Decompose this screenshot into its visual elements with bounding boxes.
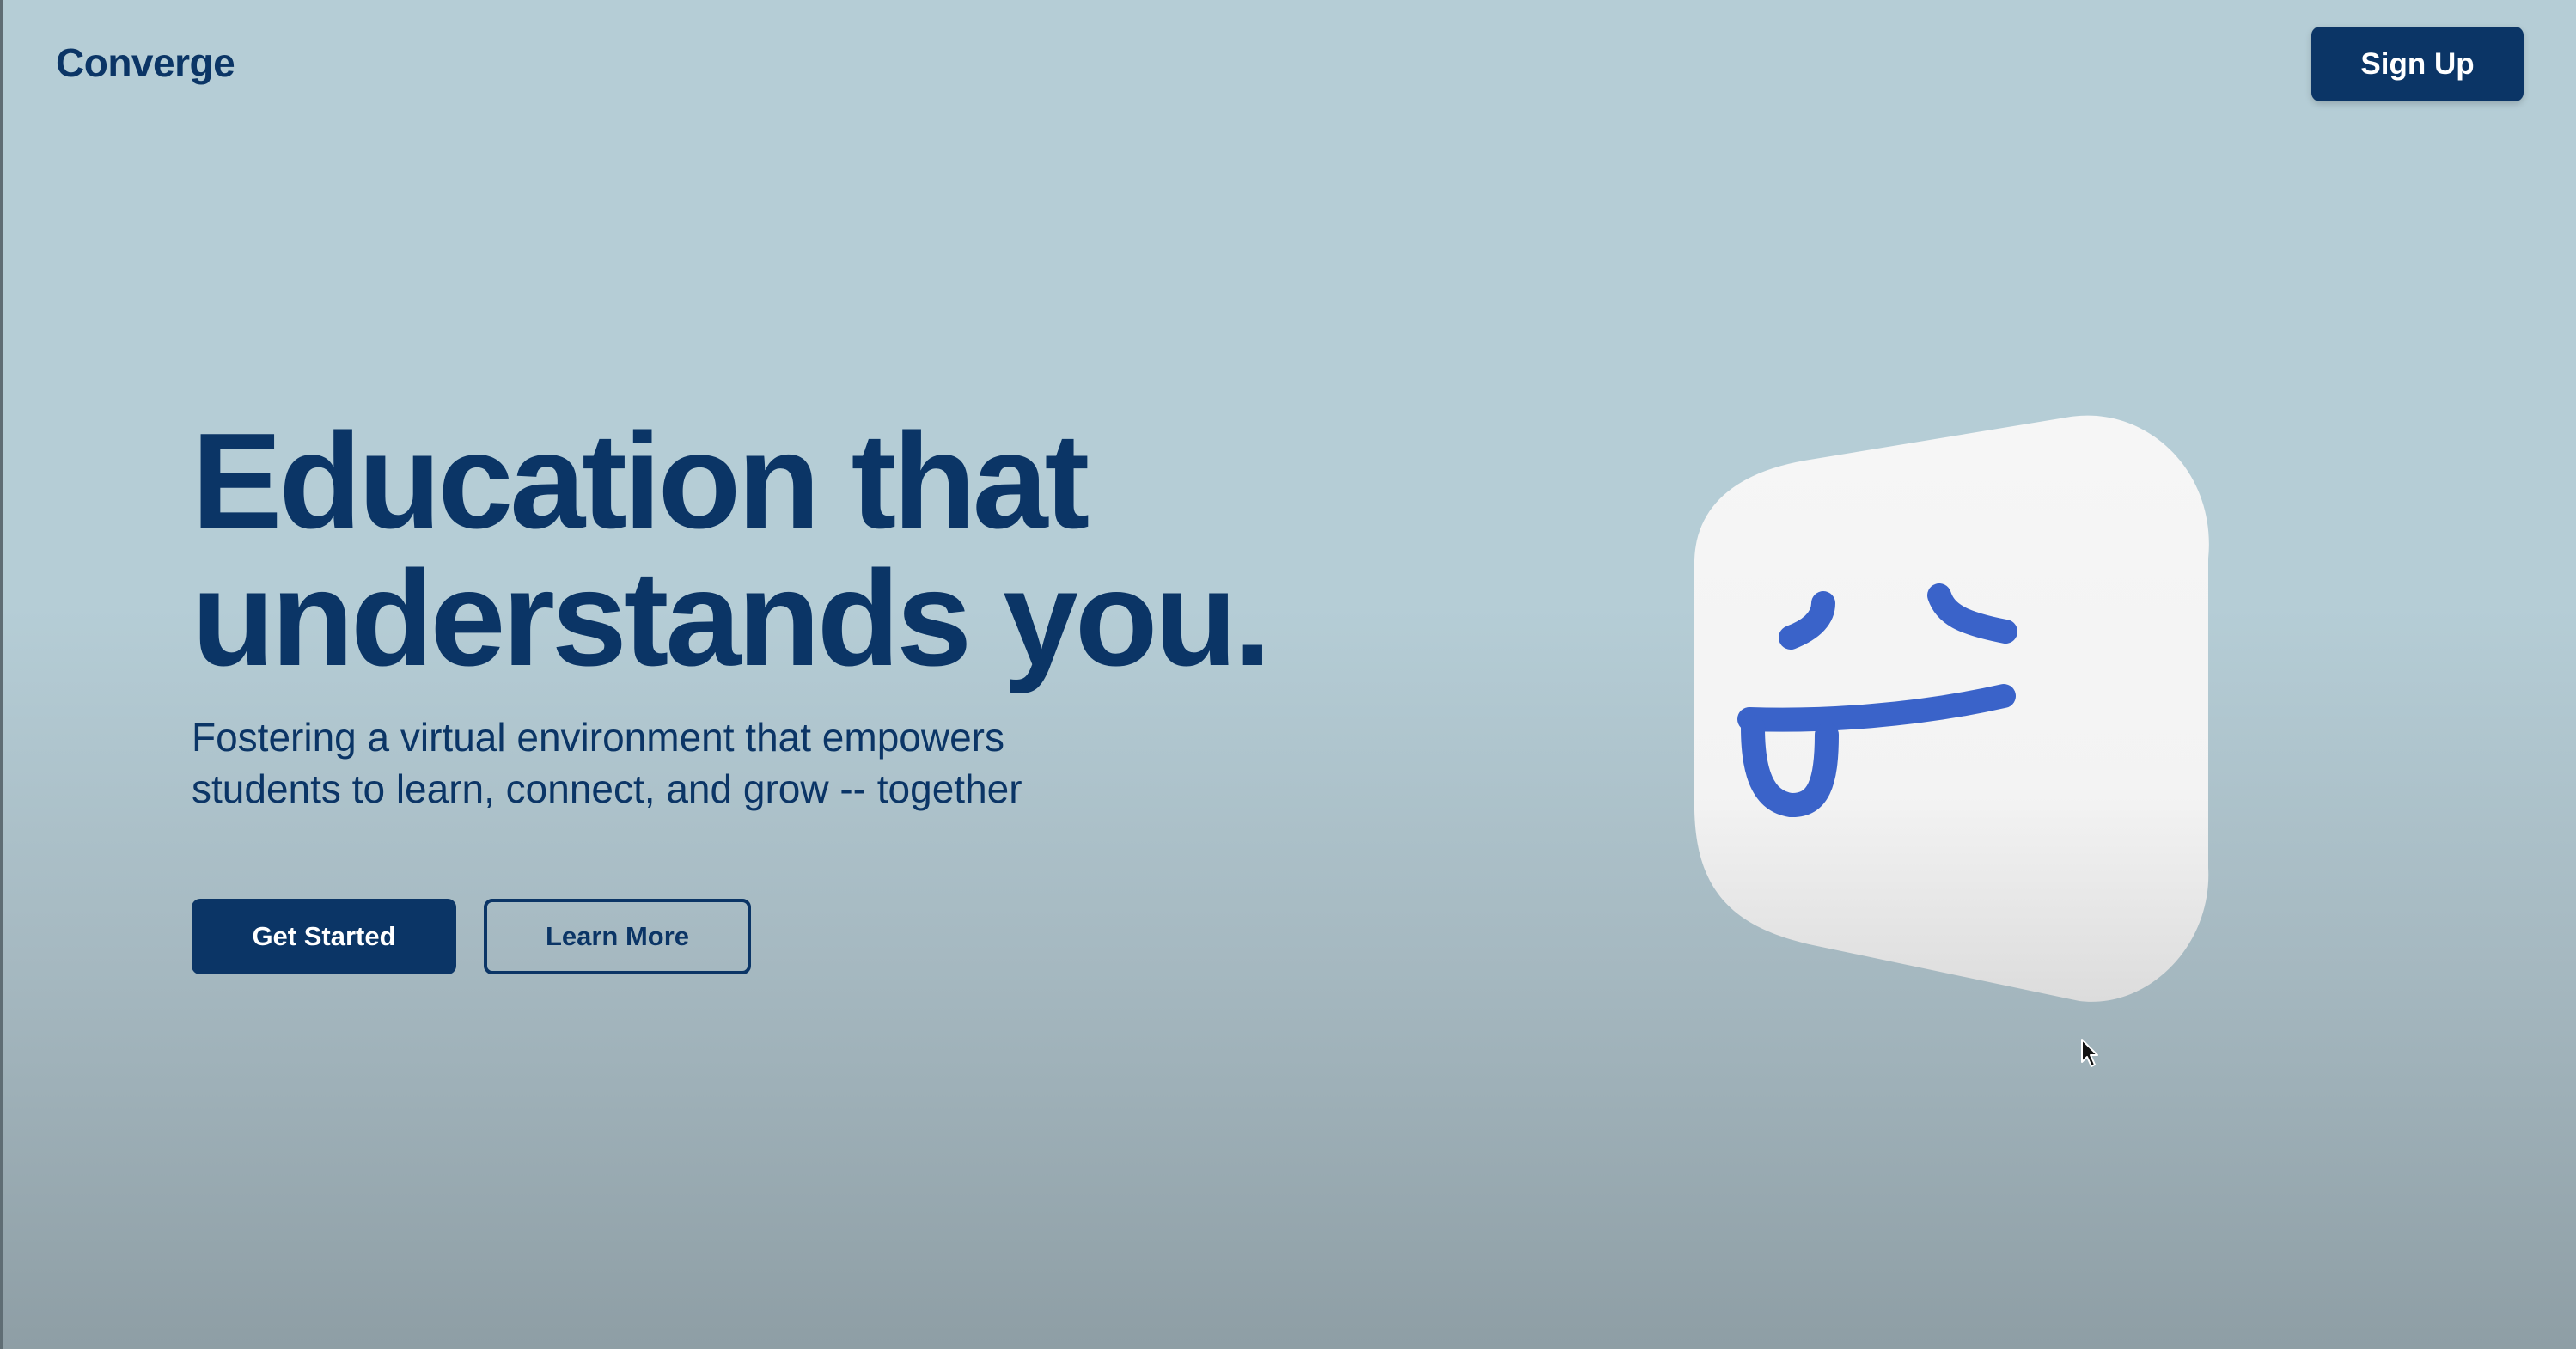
hero-headline-line-2: understands you.	[192, 543, 1272, 694]
hero-subtitle: Fostering a virtual environment that emp…	[192, 711, 1266, 815]
window-edge	[0, 0, 3, 1349]
hero-headline-line-1: Education that	[192, 406, 1090, 557]
signup-button[interactable]: Sign Up	[2311, 27, 2524, 101]
hero-section: Education that understands you. Fosterin…	[192, 412, 1480, 815]
hero-subtitle-line-2: students to learn, connect, and grow -- …	[192, 766, 1022, 811]
brand-logo[interactable]: Converge	[56, 40, 235, 86]
hero-subtitle-line-1: Fostering a virtual environment that emp…	[192, 715, 1004, 760]
tongue-out-face-icon	[1694, 415, 2209, 1002]
learn-more-button[interactable]: Learn More	[484, 899, 751, 974]
mouse-cursor-icon	[2081, 1039, 2098, 1067]
get-started-button[interactable]: Get Started	[192, 899, 456, 974]
cta-row: Get Started Learn More	[192, 899, 751, 974]
hero-headline: Education that understands you.	[192, 412, 1480, 687]
